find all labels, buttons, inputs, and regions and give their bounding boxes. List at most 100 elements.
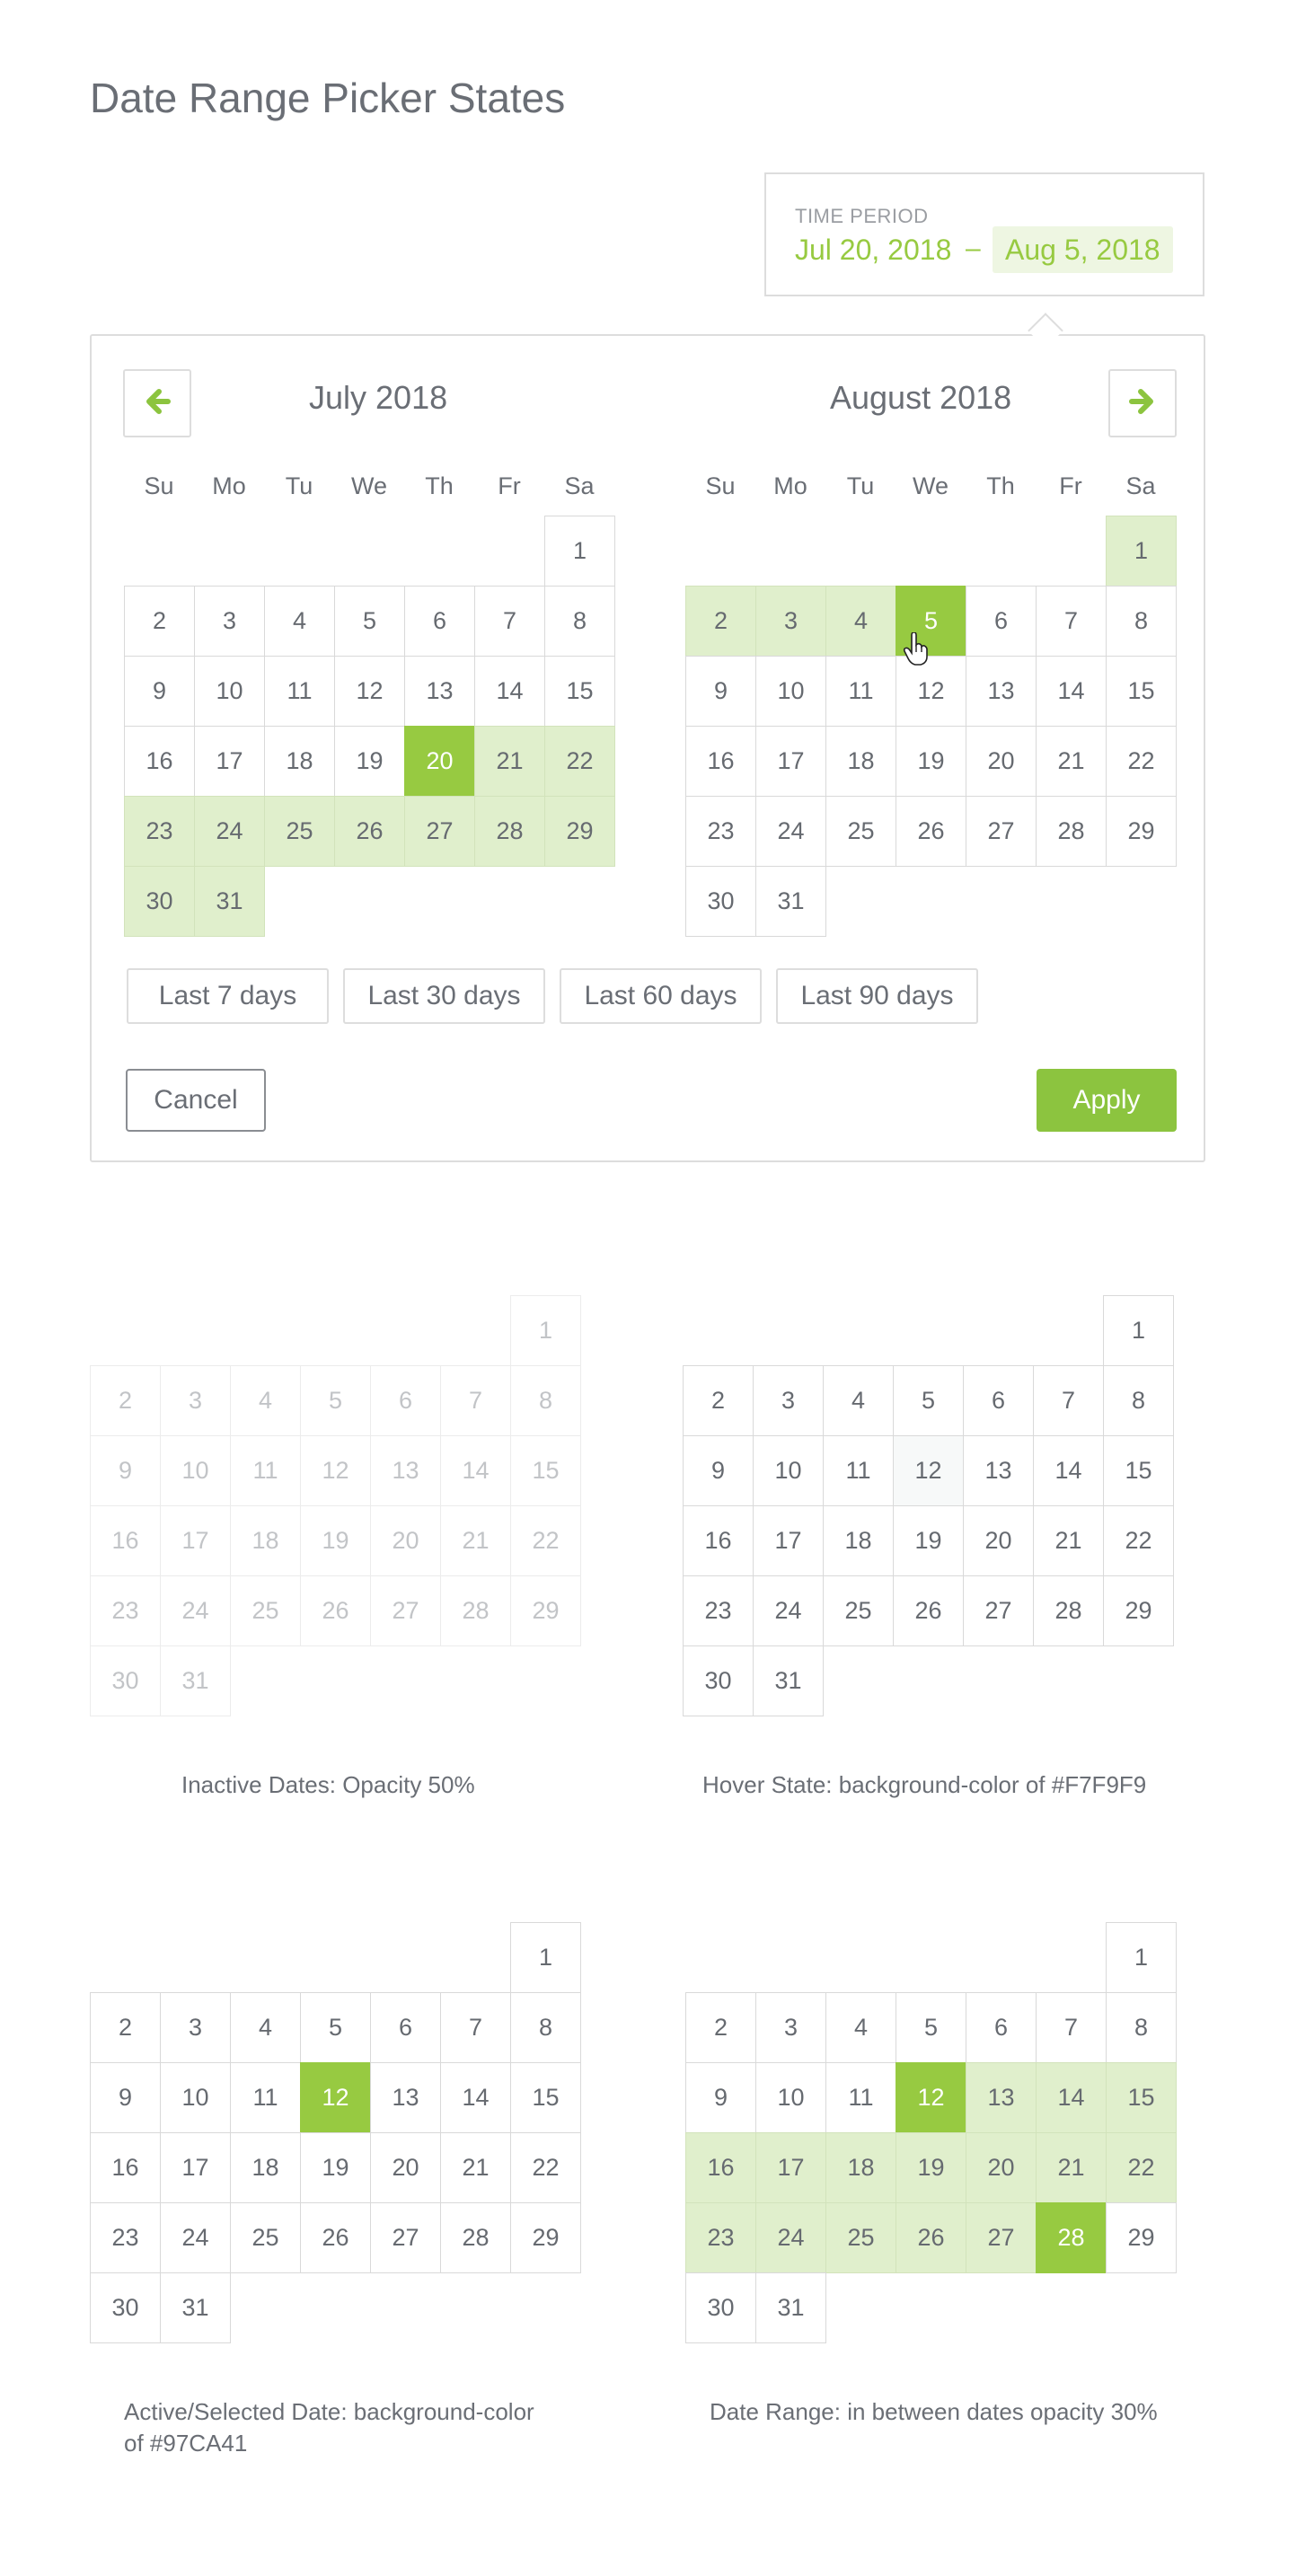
day-cell-16[interactable]: 16 <box>124 726 195 797</box>
day-cell-31[interactable]: 31 <box>753 1645 824 1716</box>
day-cell-11[interactable]: 11 <box>825 2062 896 2133</box>
day-cell-13[interactable]: 13 <box>404 656 475 727</box>
day-cell-10[interactable]: 10 <box>753 1435 824 1506</box>
time-period-field[interactable]: TIME PERIOD Jul 20, 2018 – Aug 5, 2018 <box>764 172 1204 296</box>
day-cell-24[interactable]: 24 <box>160 2202 231 2273</box>
day-cell-22[interactable]: 22 <box>1103 1505 1174 1576</box>
day-cell-27[interactable]: 27 <box>966 796 1037 867</box>
day-cell-6[interactable]: 6 <box>966 1992 1037 2063</box>
day-cell-12[interactable]: 12 <box>300 1435 371 1506</box>
day-cell-29[interactable]: 29 <box>510 2202 581 2273</box>
day-cell-30[interactable]: 30 <box>685 866 756 937</box>
apply-button[interactable]: Apply <box>1037 1069 1177 1132</box>
day-cell-29[interactable]: 29 <box>1103 1575 1174 1646</box>
day-cell-28[interactable]: 28 <box>474 796 545 867</box>
day-cell-17[interactable]: 17 <box>755 2132 826 2203</box>
day-cell-15[interactable]: 15 <box>544 656 615 727</box>
day-cell-5[interactable]: 5 <box>300 1992 371 2063</box>
day-cell-24[interactable]: 24 <box>755 2202 826 2273</box>
day-cell-27[interactable]: 27 <box>370 2202 441 2273</box>
day-cell-19[interactable]: 19 <box>334 726 405 797</box>
day-cell-23[interactable]: 23 <box>90 1575 161 1646</box>
day-cell-8[interactable]: 8 <box>510 1365 581 1436</box>
range-start-date[interactable]: Jul 20, 2018 <box>795 234 951 267</box>
day-cell-2[interactable]: 2 <box>90 1365 161 1436</box>
day-cell-11[interactable]: 11 <box>823 1435 894 1506</box>
day-cell-2[interactable]: 2 <box>90 1992 161 2063</box>
day-cell-3[interactable]: 3 <box>755 586 826 657</box>
day-cell-20[interactable]: 20 <box>370 1505 441 1576</box>
day-cell-16[interactable]: 16 <box>685 726 756 797</box>
day-cell-10[interactable]: 10 <box>755 2062 826 2133</box>
day-cell-25[interactable]: 25 <box>825 2202 896 2273</box>
day-cell-3[interactable]: 3 <box>753 1365 824 1436</box>
day-cell-15[interactable]: 15 <box>510 2062 581 2133</box>
day-cell-6[interactable]: 6 <box>404 586 475 657</box>
day-cell-14[interactable]: 14 <box>1036 656 1107 727</box>
day-cell-16[interactable]: 16 <box>90 2132 161 2203</box>
day-cell-18[interactable]: 18 <box>825 2132 896 2203</box>
day-cell-18[interactable]: 18 <box>230 1505 301 1576</box>
day-cell-2[interactable]: 2 <box>685 586 756 657</box>
day-cell-29[interactable]: 29 <box>544 796 615 867</box>
day-cell-14[interactable]: 14 <box>440 1435 511 1506</box>
day-cell-7[interactable]: 7 <box>474 586 545 657</box>
day-cell-24[interactable]: 24 <box>755 796 826 867</box>
day-cell-22[interactable]: 22 <box>510 1505 581 1576</box>
day-cell-11[interactable]: 11 <box>825 656 896 727</box>
day-cell-4[interactable]: 4 <box>825 586 896 657</box>
day-cell-25[interactable]: 25 <box>825 796 896 867</box>
day-cell-13[interactable]: 13 <box>370 2062 441 2133</box>
day-cell-11[interactable]: 11 <box>230 2062 301 2133</box>
day-cell-23[interactable]: 23 <box>683 1575 754 1646</box>
day-cell-31[interactable]: 31 <box>755 2272 826 2343</box>
day-cell-9[interactable]: 9 <box>90 2062 161 2133</box>
day-cell-10[interactable]: 10 <box>160 1435 231 1506</box>
day-cell-28[interactable]: 28 <box>1036 796 1107 867</box>
day-cell-14[interactable]: 14 <box>1033 1435 1104 1506</box>
day-cell-12[interactable]: 12 <box>334 656 405 727</box>
day-cell-17[interactable]: 17 <box>194 726 265 797</box>
day-cell-1[interactable]: 1 <box>544 516 615 587</box>
day-cell-7[interactable]: 7 <box>1036 1992 1107 2063</box>
day-cell-13[interactable]: 13 <box>370 1435 441 1506</box>
day-cell-26[interactable]: 26 <box>300 1575 371 1646</box>
day-cell-20[interactable]: 20 <box>370 2132 441 2203</box>
day-cell-31[interactable]: 31 <box>160 1645 231 1716</box>
day-cell-30[interactable]: 30 <box>124 866 195 937</box>
day-cell-17[interactable]: 17 <box>753 1505 824 1576</box>
day-cell-2[interactable]: 2 <box>683 1365 754 1436</box>
day-cell-15[interactable]: 15 <box>1106 2062 1177 2133</box>
day-cell-8[interactable]: 8 <box>1106 586 1177 657</box>
day-cell-4[interactable]: 4 <box>230 1365 301 1436</box>
day-cell-6[interactable]: 6 <box>370 1992 441 2063</box>
day-cell-12[interactable]: 12 <box>300 2062 371 2133</box>
day-cell-4[interactable]: 4 <box>230 1992 301 2063</box>
day-cell-3[interactable]: 3 <box>755 1992 826 2063</box>
day-cell-26[interactable]: 26 <box>896 2202 966 2273</box>
day-cell-23[interactable]: 23 <box>124 796 195 867</box>
day-cell-23[interactable]: 23 <box>90 2202 161 2273</box>
day-cell-19[interactable]: 19 <box>300 1505 371 1576</box>
quick-range-30-days[interactable]: Last 30 days <box>343 968 545 1024</box>
day-cell-19[interactable]: 19 <box>896 726 966 797</box>
day-cell-21[interactable]: 21 <box>474 726 545 797</box>
day-cell-20[interactable]: 20 <box>963 1505 1034 1576</box>
day-cell-4[interactable]: 4 <box>825 1992 896 2063</box>
next-month-button[interactable] <box>1108 369 1177 437</box>
day-cell-19[interactable]: 19 <box>896 2132 966 2203</box>
day-cell-5[interactable]: 5 <box>893 1365 964 1436</box>
day-cell-29[interactable]: 29 <box>1106 796 1177 867</box>
day-cell-22[interactable]: 22 <box>1106 2132 1177 2203</box>
day-cell-6[interactable]: 6 <box>370 1365 441 1436</box>
day-cell-1[interactable]: 1 <box>510 1922 581 1993</box>
day-cell-22[interactable]: 22 <box>544 726 615 797</box>
day-cell-1[interactable]: 1 <box>1106 1922 1177 1993</box>
day-cell-22[interactable]: 22 <box>510 2132 581 2203</box>
day-cell-19[interactable]: 19 <box>893 1505 964 1576</box>
day-cell-17[interactable]: 17 <box>755 726 826 797</box>
day-cell-26[interactable]: 26 <box>300 2202 371 2273</box>
day-cell-28[interactable]: 28 <box>1036 2202 1107 2273</box>
day-cell-21[interactable]: 21 <box>1033 1505 1104 1576</box>
day-cell-15[interactable]: 15 <box>510 1435 581 1506</box>
